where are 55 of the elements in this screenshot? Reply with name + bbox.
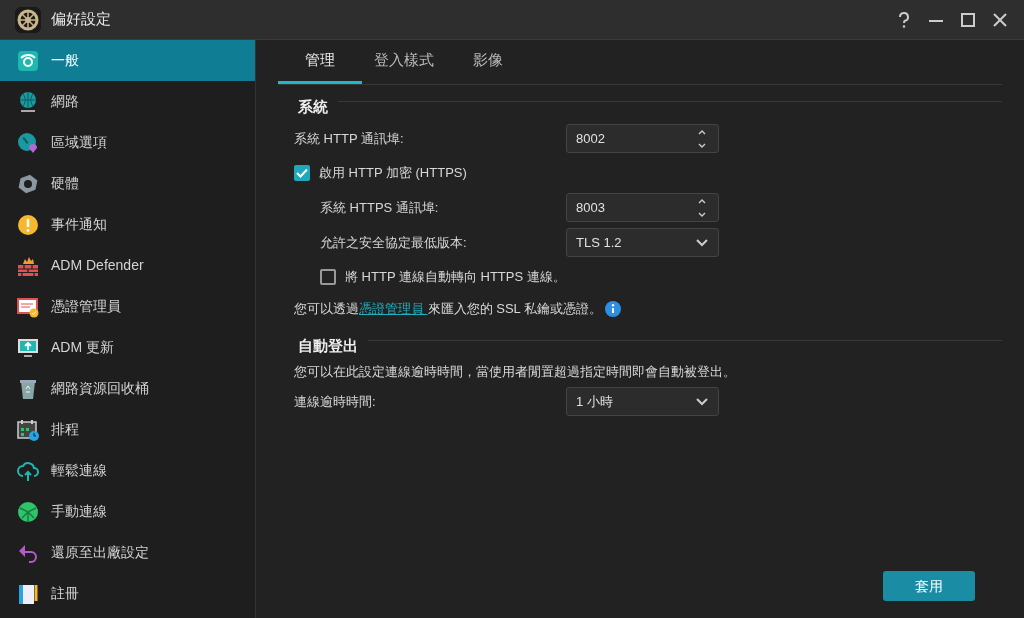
recycle-bin-icon [17, 377, 39, 400]
maximize-icon[interactable] [959, 10, 977, 29]
checkbox[interactable] [294, 165, 310, 181]
sidebar-item[interactable]: 網路資源回收桶 [0, 368, 255, 409]
chevron-down-icon [696, 238, 708, 247]
sidebar-item[interactable]: 一般 [0, 40, 255, 81]
number-field[interactable]: 8002 [566, 124, 719, 153]
field-label: 系統 HTTP 通訊埠: [294, 129, 404, 148]
info-text: 您可以透過憑證管理員 來匯入您的 SSL 私鑰或憑證。 [294, 300, 602, 319]
gear-wheel-icon [15, 6, 41, 33]
section-title: 系統 [298, 96, 328, 117]
sidebar-item[interactable]: 事件通知 [0, 204, 255, 245]
network-ball-icon [17, 500, 39, 523]
dropdown[interactable]: 1 小時 [566, 387, 719, 416]
sidebar-item[interactable]: 憑證管理員 [0, 286, 255, 327]
hex-nut-icon [17, 172, 39, 195]
sidebar-item[interactable]: 輕鬆連線 [0, 450, 255, 491]
sidebar-item[interactable]: 區域選項 [0, 122, 255, 163]
sidebar-item[interactable]: 硬體 [0, 163, 255, 204]
field-label: 允許之安全協定最低版本: [320, 233, 467, 252]
info-icon[interactable] [604, 301, 621, 317]
sidebar-item[interactable]: 註冊 [0, 573, 255, 614]
a-logo-icon [17, 49, 39, 72]
cloud-upload-icon [17, 459, 39, 482]
field-label: 連線逾時時間: [294, 392, 376, 411]
sidebar-item[interactable]: 手動連線 [0, 491, 255, 532]
tab[interactable]: 影像 [446, 40, 530, 84]
globe-pin-icon [17, 131, 39, 154]
monitor-upload-icon [17, 336, 39, 359]
certificate-manager-link[interactable]: 憑證管理員 [359, 301, 428, 317]
number-field[interactable]: 8003 [566, 193, 719, 222]
checkbox-label: 啟用 HTTP 加密 (HTTPS) [319, 164, 467, 183]
field-label: 系統 HTTPS 通訊埠: [320, 198, 439, 217]
sidebar-item[interactable]: 還原至出廠設定 [0, 532, 255, 573]
checkbox-label: 將 HTTP 連線自動轉向 HTTPS 連線。 [345, 268, 566, 287]
certificate-icon [17, 295, 39, 318]
section-title: 自動登出 [298, 335, 358, 356]
checkmark-icon [296, 168, 308, 178]
globe-icon [17, 90, 39, 113]
notepad-icon [17, 582, 39, 605]
calendar-clock-icon [17, 418, 39, 441]
apply-button[interactable]: 套用 [883, 571, 975, 601]
tab[interactable]: 管理 [278, 40, 362, 84]
sidebar-item[interactable]: ADM Defender [0, 245, 255, 286]
warning-icon [17, 213, 39, 236]
checkbox[interactable] [320, 269, 336, 285]
tab[interactable]: 登入樣式 [362, 40, 446, 84]
window-title: 偏好設定 [51, 9, 111, 30]
chevron-down-icon [696, 397, 708, 406]
sidebar-item[interactable]: ADM 更新 [0, 327, 255, 368]
sidebar-item[interactable]: 排程 [0, 409, 255, 450]
description-text: 您可以在此設定連線逾時時間，當使用者閒置超過指定時間即會自動被登出。 [294, 363, 736, 382]
dropdown[interactable]: TLS 1.2 [566, 228, 719, 257]
close-icon[interactable] [991, 10, 1009, 29]
sidebar-item[interactable]: 網路 [0, 81, 255, 122]
